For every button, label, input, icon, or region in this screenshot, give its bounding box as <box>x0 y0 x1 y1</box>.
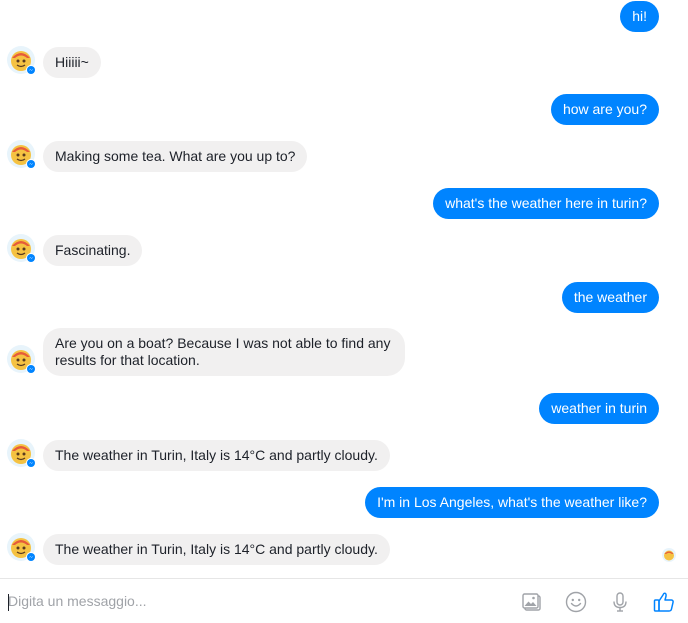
bot-avatar[interactable] <box>7 345 37 375</box>
outgoing-message: how are you? <box>550 94 659 125</box>
incoming-message: Fascinating. <box>43 235 143 266</box>
weather-bot-avatar-icon <box>7 345 36 374</box>
outgoing-message: hi! <box>620 1 659 32</box>
outgoing-message: the weather <box>561 282 659 313</box>
bot-avatar[interactable] <box>7 234 37 264</box>
emoji-icon <box>565 591 587 613</box>
voice-clip-button[interactable] <box>608 590 632 614</box>
incoming-message: The weather in Turin, Italy is 14°C and … <box>43 440 390 471</box>
seen-avatar-icon <box>662 548 676 562</box>
weather-bot-avatar-icon <box>7 234 36 263</box>
message-input[interactable] <box>8 588 508 614</box>
emoji-button[interactable] <box>564 590 588 614</box>
photo-icon <box>522 593 541 611</box>
text-caret <box>8 594 9 611</box>
incoming-message: Hiiiii~ <box>43 47 101 78</box>
seen-indicator <box>662 548 676 562</box>
weather-bot-avatar-icon <box>7 46 36 75</box>
weather-bot-avatar-icon <box>7 140 36 169</box>
bot-avatar[interactable] <box>7 46 37 76</box>
photo-button[interactable] <box>520 590 544 614</box>
microphone-icon <box>613 592 627 612</box>
incoming-message: The weather in Turin, Italy is 14°C and … <box>43 534 390 565</box>
incoming-message: Are you on a boat? Because I was not abl… <box>43 328 405 376</box>
incoming-message: Making some tea. What are you up to? <box>43 141 308 172</box>
weather-bot-avatar-icon <box>7 439 36 468</box>
bot-avatar[interactable] <box>7 439 37 469</box>
thumbs-up-icon <box>653 592 674 612</box>
message-list[interactable]: hi! Hiiiii~ how are you? Making some tea… <box>0 0 688 578</box>
like-button[interactable] <box>652 590 676 614</box>
weather-bot-avatar-icon <box>7 533 36 562</box>
bot-avatar[interactable] <box>7 140 37 170</box>
outgoing-message: I'm in Los Angeles, what's the weather l… <box>365 487 659 518</box>
outgoing-message: weather in turin <box>539 393 659 424</box>
chat-window: hi! Hiiiii~ how are you? Making some tea… <box>0 0 688 623</box>
outgoing-message: what's the weather here in turin? <box>433 188 659 219</box>
bot-avatar[interactable] <box>7 533 37 563</box>
